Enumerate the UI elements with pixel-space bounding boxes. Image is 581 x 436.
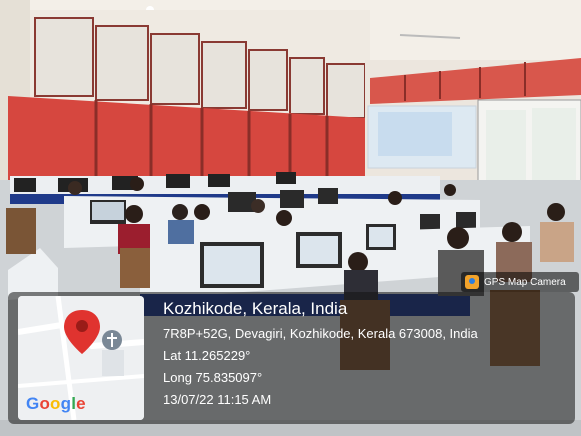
date-time: 13/07/22 11:15 AM bbox=[163, 392, 272, 407]
location-address: 7R8P+52G, Devagiri, Kozhikode, Kerala 67… bbox=[163, 326, 478, 341]
google-logo: Google bbox=[26, 394, 86, 413]
gps-map-camera-icon bbox=[465, 275, 479, 289]
location-title: Kozhikode, Kerala, India bbox=[163, 299, 348, 318]
gps-map-camera-badge: GPS Map Camera bbox=[461, 272, 579, 292]
badge-label: GPS Map Camera bbox=[484, 276, 566, 288]
map-thumbnail: Google bbox=[18, 296, 144, 420]
latitude: Lat 11.265229° bbox=[163, 348, 251, 363]
photo: GPS Map Camera Google Kozhikode, Kerala,… bbox=[0, 0, 581, 436]
longitude: Long 75.835097° bbox=[163, 370, 263, 385]
location-info: Kozhikode, Kerala, India 7R8P+52G, Devag… bbox=[163, 300, 478, 415]
church-icon bbox=[102, 330, 122, 350]
